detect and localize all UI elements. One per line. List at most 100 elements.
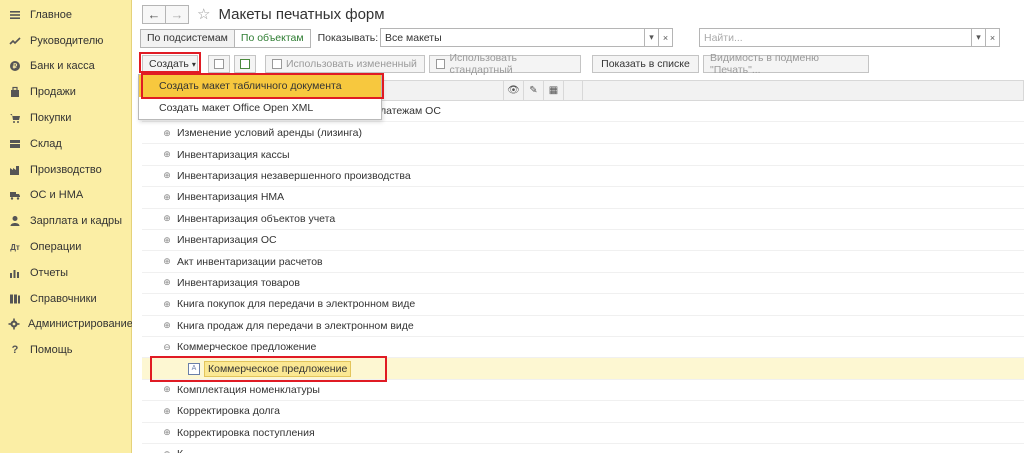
expand-icon[interactable]: ⊕ (162, 320, 172, 331)
table-row[interactable]: ⊕ Изменение условий аренды (лизинга) (142, 123, 1024, 145)
search-input[interactable]: Найти... ▾ × (699, 28, 1000, 47)
row-label: Корректировка долга (177, 405, 281, 418)
expand-icon[interactable]: ⊕ (162, 277, 172, 288)
sidebar-item-label: Администрирование (28, 318, 133, 331)
sidebar-item-main[interactable]: Главное (0, 2, 131, 28)
show-select-value: Все макеты (385, 31, 442, 44)
table-row[interactable]: ⊕ Книга покупок для передачи в электронно… (142, 294, 1024, 316)
sidebar-item-reports[interactable]: Отчеты (0, 260, 131, 286)
table-row[interactable]: ⊕ Акт инвентаризации расчетов (142, 251, 1024, 273)
title-row: ← → ☆ Макеты печатных форм (142, 4, 385, 24)
menu-item-create-office-open-xml-template[interactable]: Создать макет Office Open XML (139, 97, 381, 119)
clear-icon[interactable]: × (985, 28, 1000, 47)
books-icon (8, 292, 22, 306)
use-standard-button[interactable]: Использовать стандартный (429, 52, 581, 76)
sidebar-item-operations[interactable]: Дт Операции (0, 234, 131, 260)
sidebar-item-label: Склад (30, 137, 62, 150)
edit-button[interactable] (234, 55, 256, 73)
sidebar-item-label: ОС и НМА (30, 189, 84, 202)
table-row[interactable]: ⊕ Книга продаж для передачи в электронном… (142, 316, 1024, 337)
favorite-star-icon[interactable]: ☆ (197, 5, 210, 23)
sidebar-item-salary[interactable]: Зарплата и кадры (0, 208, 131, 234)
expand-icon[interactable]: ⊕ (162, 384, 172, 395)
search-placeholder: Найти... (704, 31, 743, 44)
menu-item-create-spreadsheet-template[interactable]: Создать макет табличного документа (139, 75, 381, 97)
document-icon (272, 59, 282, 69)
create-button[interactable]: Создать ▾ (142, 55, 198, 73)
expand-icon[interactable]: ⊕ (162, 170, 172, 181)
expand-icon[interactable]: ⊕ (162, 235, 172, 246)
sidebar-item-purchases[interactable]: Покупки (0, 105, 131, 131)
create-button-label: Создать (149, 58, 189, 70)
arrow-right-icon: → (170, 6, 184, 22)
expand-icon[interactable]: ⊕ (162, 449, 172, 453)
sidebar-item-warehouse[interactable]: Склад (0, 131, 131, 157)
expand-icon[interactable]: ⊕ (162, 213, 172, 224)
back-button[interactable]: ← (142, 4, 166, 24)
row-label: Книга покупок для передачи в электронном… (177, 298, 416, 311)
sidebar-item-label: Покупки (30, 112, 72, 125)
edit-icon (240, 59, 250, 69)
show-in-list-button[interactable]: Показать в списке (592, 55, 699, 73)
table-row[interactable]: ⊕ Инвентаризация ОС (142, 230, 1024, 252)
table-row-selected[interactable]: А Коммерческое предложение (142, 358, 1024, 380)
table-row[interactable]: ⊕ Комплектация номенклатуры (142, 380, 1024, 402)
sidebar-item-label: Зарплата и кадры (30, 215, 123, 228)
sidebar-item-references[interactable]: Справочники (0, 286, 131, 312)
main-panel: ← → ☆ Макеты печатных форм По подсистема… (132, 0, 1024, 453)
expand-icon[interactable]: ⊕ (162, 192, 172, 203)
by-objects-button[interactable]: По объектам (233, 28, 311, 48)
sidebar-item-manager[interactable]: Руководителю (0, 28, 131, 54)
row-label: Инвентаризация НМА (177, 191, 285, 204)
row-label: Коммерческое предложение (177, 341, 317, 354)
expand-icon[interactable]: ⊕ (162, 427, 172, 438)
row-label: латежам ОС (380, 105, 441, 118)
clear-icon[interactable]: × (658, 28, 673, 47)
sidebar-item-assets[interactable]: ОС и НМА (0, 183, 131, 209)
dropdown-arrow-icon[interactable]: ▾ (971, 28, 986, 47)
visibility-print-submenu-button[interactable]: Видимость в подменю "Печать"... (703, 52, 869, 76)
sidebar-item-label: Банк и касса (30, 60, 95, 73)
bar-chart-icon (8, 266, 22, 280)
eye-icon[interactable]: 👁 (503, 81, 523, 100)
sidebar-item-production[interactable]: Производство (0, 157, 131, 183)
table-row[interactable]: ⊕ К... (142, 444, 1024, 453)
sidebar-item-label: Справочники (30, 292, 97, 305)
use-modified-button[interactable]: Использовать измененный (265, 55, 425, 73)
table-row[interactable]: ⊕ Инвентаризация НМА (142, 187, 1024, 209)
row-label: Инвентаризация товаров (177, 276, 300, 289)
sidebar-item-label: Руководителю (30, 34, 104, 47)
expand-icon[interactable]: ⊕ (162, 149, 172, 160)
edit-column-icon[interactable]: ✎ (523, 81, 543, 100)
gear-icon (8, 317, 20, 331)
table-row[interactable]: ⊖ Коммерческое предложение (142, 337, 1024, 359)
dropdown-arrow-icon[interactable]: ▾ (644, 28, 659, 47)
show-label: Показывать: (317, 32, 379, 44)
table-row[interactable]: ⊕ Инвентаризация кассы (142, 144, 1024, 166)
row-label: Книга продаж для передачи в электронном … (177, 319, 414, 332)
table-row[interactable]: ⊕ Корректировка поступления (142, 423, 1024, 444)
factory-icon (8, 163, 22, 177)
sidebar-item-bank[interactable]: ₽ Банк и касса (0, 54, 131, 80)
show-select[interactable]: Все макеты ▾ × (380, 28, 673, 47)
copy-icon (214, 59, 224, 69)
expand-icon[interactable]: ⊕ (162, 256, 172, 267)
table-row[interactable]: ⊕ Инвентаризация незавершенного производс… (142, 166, 1024, 188)
expand-icon[interactable]: ⊕ (162, 128, 172, 139)
copy-button[interactable] (208, 55, 230, 73)
template-column-icon[interactable]: ▦ (543, 81, 563, 100)
table-row[interactable]: ⊕ Инвентаризация объектов учета (142, 209, 1024, 230)
sidebar-item-admin[interactable]: Администрирование (0, 312, 133, 338)
collapse-icon[interactable]: ⊖ (162, 342, 172, 353)
expand-icon[interactable]: ⊕ (162, 406, 172, 417)
by-subsystems-button[interactable]: По подсистемам (140, 28, 235, 48)
sidebar-item-sales[interactable]: Продажи (0, 79, 131, 105)
sidebar-item-help[interactable]: ? Помощь (0, 337, 131, 363)
table-row[interactable]: ⊕ Корректировка долга (142, 401, 1024, 423)
expand-icon[interactable]: ⊕ (162, 299, 172, 310)
menu-icon (8, 8, 22, 22)
row-label: Инвентаризация кассы (177, 148, 290, 161)
table-row[interactable]: ⊕ Инвентаризация товаров (142, 273, 1024, 295)
forward-button[interactable]: → (165, 4, 189, 24)
create-dropdown-menu: Создать макет табличного документа Созда… (138, 74, 382, 120)
